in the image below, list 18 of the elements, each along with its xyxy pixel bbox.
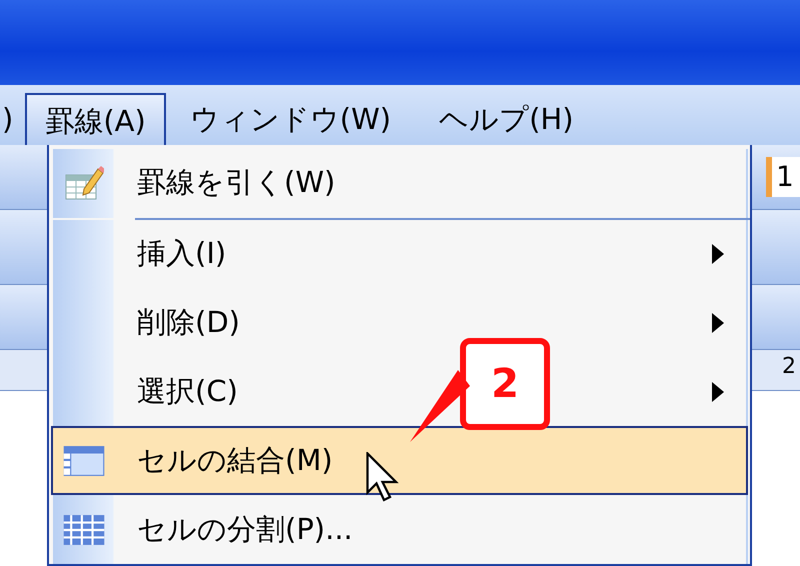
menu-option[interactable]: 削除(D) [51, 288, 748, 358]
menu-item[interactable]: 罫線(A) [25, 93, 166, 145]
menu-item[interactable]: ウィンドウ(W) [166, 93, 416, 145]
menu-item[interactable]: ) [0, 93, 26, 145]
callout-label: 2 [460, 338, 550, 430]
mouse-pointer-icon [366, 452, 399, 503]
submenu-arrow-icon [712, 382, 724, 402]
submenu-arrow-icon [712, 313, 724, 334]
input-field[interactable]: 1 [766, 157, 800, 197]
menu-option[interactable]: 罫線を引く(W) [51, 149, 748, 218]
menu-option[interactable]: セルの結合(M) [51, 426, 748, 496]
menu-option[interactable]: 挿入(I) [51, 220, 748, 289]
submenu-arrow-icon [712, 244, 724, 264]
table-icon [62, 444, 106, 477]
table-icon [62, 514, 106, 546]
menu-option[interactable]: セルの分割(P)... [51, 495, 748, 564]
toolbar-text: 2 [782, 354, 796, 379]
menu-item[interactable]: ヘルプ(H) [415, 93, 598, 145]
